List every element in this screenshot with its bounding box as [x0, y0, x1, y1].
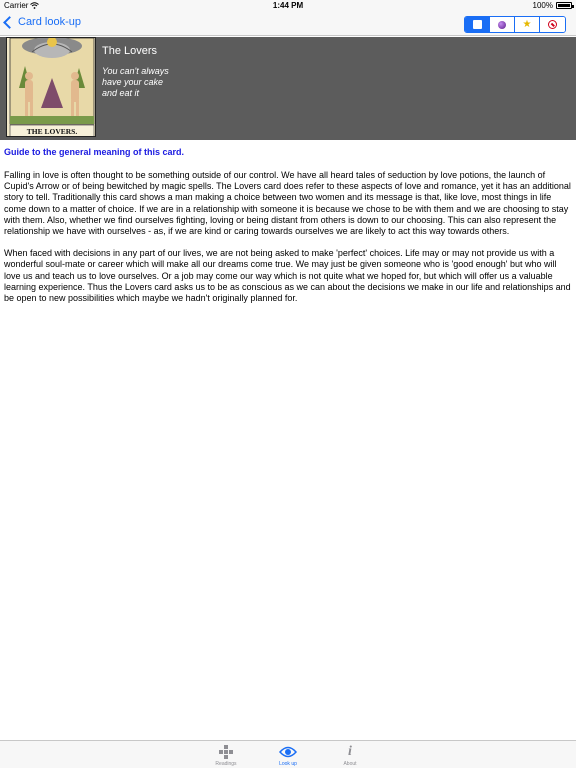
battery-indicator: 100% — [532, 1, 574, 10]
card-caption: THE LOVERS. — [27, 127, 78, 136]
battery-percent: 100% — [532, 1, 553, 10]
tab-readings-label: Readings — [215, 761, 237, 767]
tab-readings[interactable]: Readings — [206, 744, 246, 767]
tab-look-up[interactable]: Look up — [268, 744, 308, 767]
filter-segmented-control: ★ — [464, 16, 566, 33]
tab-bar: Readings Look up i About — [0, 740, 576, 768]
navigation-bar: Card look-up ★ — [0, 12, 576, 36]
card-quote: You can't always have your cake and eat … — [102, 66, 169, 98]
segment-square[interactable] — [465, 17, 490, 32]
cards-grid-icon — [219, 744, 233, 759]
orb-icon — [498, 20, 506, 29]
tab-about-label: About — [343, 761, 357, 767]
status-time: 1:44 PM — [272, 1, 304, 10]
description-paragraph: When faced with decisions in any part of… — [4, 248, 571, 304]
card-image: THE LOVERS. — [6, 37, 96, 137]
back-button-label: Card look-up — [18, 16, 81, 28]
card-title: The Lovers — [102, 45, 158, 57]
back-button[interactable]: Card look-up — [3, 15, 81, 29]
card-header: THE LOVERS. The Lovers You can't always … — [0, 37, 576, 140]
tab-look-up-label: Look up — [279, 761, 297, 767]
lovers-card-illustration: THE LOVERS. — [7, 38, 95, 136]
segment-prohibited[interactable] — [540, 17, 565, 32]
info-icon: i — [348, 743, 352, 759]
chevron-left-icon — [3, 15, 16, 29]
status-bar: Carrier 1:44 PM 100% — [0, 0, 576, 12]
star-icon: ★ — [522, 18, 532, 30]
segment-star[interactable]: ★ — [515, 17, 540, 32]
eye-icon — [279, 744, 297, 759]
battery-icon — [556, 2, 574, 9]
square-icon — [472, 20, 482, 29]
card-description: Falling in love is often thought to be s… — [4, 170, 574, 315]
guide-link[interactable]: Guide to the general meaning of this car… — [4, 147, 184, 157]
segment-orb[interactable] — [490, 17, 515, 32]
no-entry-icon — [548, 20, 557, 29]
tab-about[interactable]: i About — [330, 743, 370, 768]
description-paragraph: Falling in love is often thought to be s… — [4, 170, 571, 237]
